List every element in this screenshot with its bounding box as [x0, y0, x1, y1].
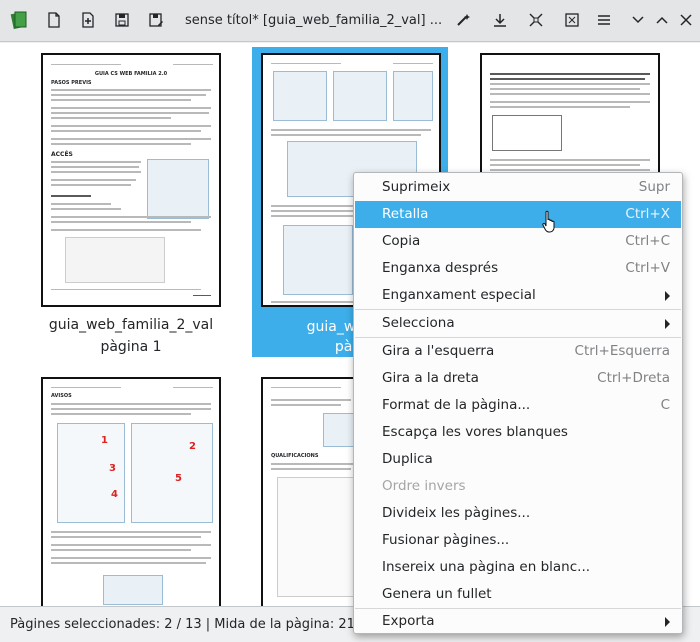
- mouse-pointer-icon: [542, 210, 555, 233]
- menu-item-shortcut: Ctrl+Esquerra: [574, 343, 670, 359]
- save-as-icon[interactable]: [144, 8, 168, 32]
- menu-item-shortcut: Ctrl+C: [625, 233, 670, 249]
- menu-item-label: Genera un fullet: [382, 586, 492, 602]
- submenu-arrow-icon: [665, 291, 670, 301]
- menu-item-label: Enganxament especial: [382, 287, 536, 303]
- menu-item-rotate-left[interactable]: Gira a l'esquerra Ctrl+Esquerra: [355, 338, 681, 365]
- menu-item-duplicate[interactable]: Duplica: [355, 446, 681, 473]
- save-icon[interactable]: [110, 8, 134, 32]
- menu-item-shortcut: Ctrl+X: [625, 206, 670, 222]
- menu-item-shortcut: Supr: [638, 179, 670, 195]
- window-title: sense títol* [guia_web_familia_2_val] ..…: [185, 13, 443, 28]
- menu-item-label: Insereix una pàgina en blanc...: [382, 559, 591, 575]
- menu-item-shortcut: Ctrl+V: [625, 260, 670, 276]
- app-icon: [8, 8, 32, 32]
- menu-item-label: Escapça les vores blanques: [382, 424, 568, 440]
- menu-item-export[interactable]: Exporta: [355, 608, 681, 635]
- thumb-section: ACCÉS: [51, 151, 73, 158]
- thumb-heading: GUIA CS WEB FAMILIA 2.0: [94, 71, 168, 77]
- menu-item-label: Duplica: [382, 451, 433, 467]
- thumb-section: QUALIFICACIONS: [271, 453, 319, 459]
- status-text: Pàgines seleccionades: 2 / 13 | Mida de …: [10, 617, 389, 632]
- menu-icon[interactable]: [592, 8, 616, 32]
- submenu-arrow-icon: [665, 617, 670, 627]
- menu-item-label: Ordre invers: [382, 478, 466, 494]
- thumb-section: AVISOS: [51, 393, 72, 399]
- menu-item-insert-blank[interactable]: Insereix una pàgina en blanc...: [355, 554, 681, 581]
- menu-item-paste-after[interactable]: Enganxa després Ctrl+V: [355, 255, 681, 282]
- thumb-section: PASOS PREVIS: [51, 80, 92, 86]
- page-caption-number: pàgina 1: [100, 339, 162, 355]
- menu-item-paste-special[interactable]: Enganxament especial: [355, 282, 681, 309]
- menu-item-label: Divideix les pàgines...: [382, 505, 531, 521]
- menu-item-label: Enganxa després: [382, 260, 499, 276]
- menu-item-trim-margins[interactable]: Escapça les vores blanques: [355, 419, 681, 446]
- insert-page-icon[interactable]: [76, 8, 100, 32]
- menu-item-label: Gira a l'esquerra: [382, 343, 495, 359]
- menu-item-rotate-right[interactable]: Gira a la dreta Ctrl+Dreta: [355, 365, 681, 392]
- menu-item-shortcut: Ctrl+Dreta: [597, 370, 670, 386]
- page-thumbnail[interactable]: AVISOS 1 2 3 4 5: [41, 377, 221, 606]
- menu-item-shortcut: C: [660, 397, 670, 413]
- menu-item-page-format[interactable]: Format de la pàgina... C: [355, 392, 681, 419]
- crop-icon[interactable]: [524, 8, 548, 32]
- menu-item-label: Format de la pàgina...: [382, 397, 531, 413]
- download-icon[interactable]: [488, 8, 512, 32]
- page-thumbnail-cell[interactable]: GUIA CS WEB FAMILIA 2.0 PASOS PREVIS ACC…: [33, 45, 229, 365]
- menu-item-label: Fusionar pàgines...: [382, 532, 510, 548]
- annotation-number: 5: [175, 473, 182, 484]
- annotation-number: 3: [109, 463, 116, 474]
- menu-item-label: Retalla: [382, 206, 429, 222]
- menu-item-label: Copia: [382, 233, 421, 249]
- annotation-number: 2: [189, 441, 196, 452]
- page-caption-name: guia_web_familia_2_val: [48, 317, 214, 333]
- menu-item-split-pages[interactable]: Divideix les pàgines...: [355, 500, 681, 527]
- context-menu[interactable]: Suprimeix Supr Retalla Ctrl+X Copia Ctrl…: [353, 172, 683, 634]
- page-thumbnail-cell[interactable]: AVISOS 1 2 3 4 5: [33, 369, 229, 606]
- chevron-down-icon[interactable]: [626, 8, 650, 32]
- menu-item-label: Suprimeix: [382, 179, 451, 195]
- annotation-number: 4: [111, 489, 118, 500]
- annotation-number: 1: [101, 435, 108, 446]
- submenu-arrow-icon: [665, 319, 670, 329]
- magic-icon[interactable]: [451, 8, 475, 32]
- menu-item-label: Exporta: [382, 613, 435, 629]
- new-document-icon[interactable]: [42, 8, 66, 32]
- fit-icon[interactable]: [560, 8, 584, 32]
- menu-item-merge-pages[interactable]: Fusionar pàgines...: [355, 527, 681, 554]
- menu-item-label: Gira a la dreta: [382, 370, 479, 386]
- menu-item-select[interactable]: Selecciona: [355, 310, 681, 337]
- menu-item-label: Selecciona: [382, 315, 455, 331]
- page-thumbnail[interactable]: GUIA CS WEB FAMILIA 2.0 PASOS PREVIS ACC…: [41, 53, 221, 307]
- close-icon[interactable]: [674, 8, 698, 32]
- title-bar: sense títol* [guia_web_familia_2_val] ..…: [0, 0, 700, 42]
- menu-item-delete[interactable]: Suprimeix Supr: [355, 174, 681, 201]
- menu-item-reverse-order: Ordre invers: [355, 473, 681, 500]
- menu-item-copy[interactable]: Copia Ctrl+C: [355, 228, 681, 255]
- menu-item-cut[interactable]: Retalla Ctrl+X: [355, 201, 681, 228]
- chevron-up-icon[interactable]: [650, 8, 674, 32]
- menu-item-generate-booklet[interactable]: Genera un fullet: [355, 581, 681, 608]
